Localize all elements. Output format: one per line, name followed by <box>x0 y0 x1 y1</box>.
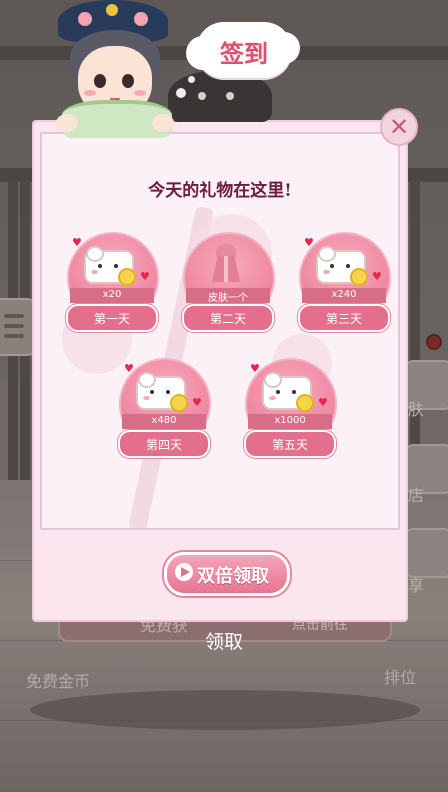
bag-knot <box>138 372 156 388</box>
heart-icon: ♥ <box>124 362 134 375</box>
gold-coin-icon <box>170 394 188 412</box>
close-button[interactable]: ✕ <box>380 108 418 146</box>
coin-bag-icon <box>136 372 188 412</box>
rewards-panel: 今天的礼物在这里! ♥ ♥ x20 第一天 皮肤一个 第二天 ♥ ♥ x240 … <box>40 132 400 530</box>
day-label: 第五天 <box>271 438 308 452</box>
rank-label[interactable]: 排位 <box>384 664 416 688</box>
bag-blush <box>91 270 98 274</box>
heart-icon: ♥ <box>372 270 382 283</box>
crown-flower <box>134 12 148 26</box>
day-card-2[interactable]: 皮肤一个 第二天 <box>182 232 275 332</box>
reward-count: x240 <box>331 289 357 300</box>
title-cloud: 签到 <box>186 22 300 78</box>
thought-bubble <box>188 76 195 83</box>
double-claim-button[interactable]: 双倍领取 <box>164 552 290 596</box>
pillar <box>410 180 420 480</box>
bag-eye <box>292 390 296 394</box>
bag-eye <box>276 390 280 394</box>
heart-icon: ♥ <box>250 362 260 375</box>
day-label: 第二天 <box>209 312 246 326</box>
day-card-4[interactable]: ♥ ♥ x480 第四天 <box>118 358 211 458</box>
skin-dress-icon <box>212 244 240 284</box>
bag-eye <box>346 264 350 268</box>
char-eye <box>94 74 106 88</box>
bag-eye <box>330 264 334 268</box>
bag-eye <box>150 390 154 394</box>
gold-coin-icon <box>118 268 136 286</box>
day-card-1[interactable]: ♥ ♥ x20 第一天 <box>66 232 159 332</box>
ghost-eye <box>226 92 234 100</box>
heart-icon: ♥ <box>140 270 150 283</box>
bag-knot <box>86 246 104 262</box>
reward-count: x480 <box>151 415 177 426</box>
play-icon <box>175 563 193 581</box>
reward-count: x20 <box>102 289 122 300</box>
claim-text[interactable]: 领取 <box>0 627 448 654</box>
bag-knot <box>264 372 282 388</box>
bag-blush <box>323 270 330 274</box>
bag-eye <box>114 264 118 268</box>
heart-icon: ♥ <box>304 236 314 249</box>
heart-icon: ♥ <box>318 396 328 409</box>
count-bar: x240 <box>302 288 386 303</box>
heart-icon: ♥ <box>72 236 82 249</box>
floor-rug <box>30 690 420 730</box>
daily-signin-popup: 今天的礼物在这里! ♥ ♥ x20 第一天 皮肤一个 第二天 ♥ ♥ x240 … <box>32 120 408 622</box>
gold-coin-icon <box>350 268 368 286</box>
count-bar: x480 <box>122 414 206 429</box>
share-button[interactable] <box>404 528 448 578</box>
close-icon: ✕ <box>388 113 410 141</box>
bag-eye <box>98 264 102 268</box>
menu-icon-line <box>4 334 24 338</box>
reward-count: 皮肤一个 <box>208 293 248 304</box>
side-label-share: 享 <box>408 576 425 595</box>
double-claim-label: 双倍领取 <box>197 566 269 587</box>
day-label: 第一天 <box>93 312 130 326</box>
heart-icon: ♥ <box>192 396 202 409</box>
count-bar: x1000 <box>248 414 332 429</box>
ghost-eye <box>198 92 206 100</box>
side-label-skin: 肤 <box>408 400 425 419</box>
day-label-pill: 第二天 <box>182 304 274 332</box>
day-label: 第四天 <box>145 438 182 452</box>
crown-gem <box>106 4 118 16</box>
coin-bag-icon <box>316 246 368 286</box>
day-card-3[interactable]: ♥ ♥ x240 第三天 <box>298 232 391 332</box>
char-hand <box>56 114 78 132</box>
free-coins-label[interactable]: 免费金币 <box>26 668 90 692</box>
popup-heading: 今天的礼物在这里! <box>148 181 292 201</box>
day-label: 第三天 <box>325 312 362 326</box>
bag-knot <box>318 246 336 262</box>
day-label-pill: 第三天 <box>298 304 390 332</box>
gold-coin-icon <box>296 394 314 412</box>
empress-character <box>52 0 182 138</box>
day-label-pill: 第一天 <box>66 304 158 332</box>
bag-blush <box>269 396 276 400</box>
play-triangle <box>181 567 190 577</box>
count-bar: x20 <box>70 288 154 303</box>
bag-blush <box>143 396 150 400</box>
char-blush <box>84 90 96 96</box>
menu-icon <box>4 314 24 318</box>
page-title: 签到 <box>220 39 268 68</box>
day-label-pill: 第五天 <box>244 430 336 458</box>
side-label-store: 店 <box>408 486 425 505</box>
day-label-pill: 第四天 <box>118 430 210 458</box>
char-blush <box>134 90 146 96</box>
reward-count: x1000 <box>274 415 306 426</box>
day-card-5[interactable]: ♥ ♥ x1000 第五天 <box>244 358 337 458</box>
bag-eye <box>166 390 170 394</box>
count-bar: 皮肤一个 <box>186 288 270 304</box>
coin-bag-icon <box>84 246 136 286</box>
menu-icon-line <box>4 324 24 328</box>
notification-dot <box>426 334 442 350</box>
skin-stripe <box>224 256 228 282</box>
crown-flower <box>78 12 92 26</box>
char-eye <box>122 74 134 88</box>
coin-bag-icon <box>262 372 314 412</box>
char-hand <box>152 114 174 132</box>
